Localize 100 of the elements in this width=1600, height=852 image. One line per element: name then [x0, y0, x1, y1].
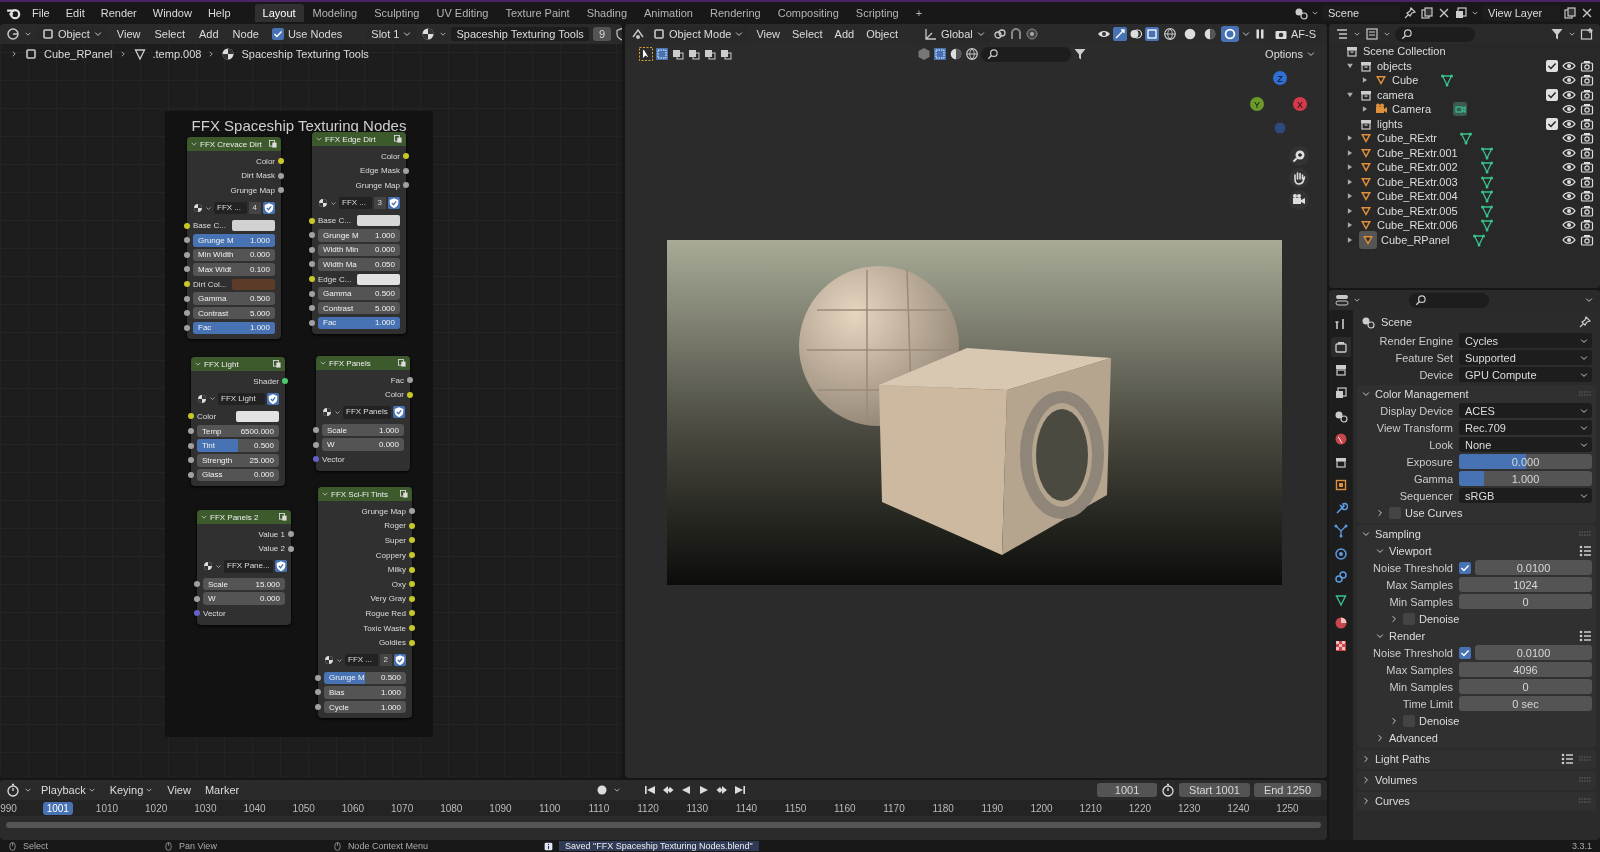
node-card[interactable]: FFX Light Shader FFX Light Color Temp 6500.000 Tint 0.500 Strength 25.000 Glass 0.000	[191, 357, 285, 487]
checkbox[interactable]	[1459, 646, 1471, 659]
outliner-item-name[interactable]: Cube_RExtr.002	[1377, 161, 1458, 174]
slider-field[interactable]: 1.000	[1459, 471, 1592, 486]
outliner-item-name[interactable]: Cube_RExtr.005	[1377, 204, 1458, 217]
node-header[interactable]: FFX Light	[191, 357, 285, 371]
number-field[interactable]: Bias 1.000	[324, 686, 406, 699]
panel-title[interactable]: Sampling	[1375, 527, 1574, 540]
panel-title[interactable]: Render	[1389, 629, 1574, 642]
output-socket[interactable]	[278, 187, 284, 194]
display-mode-icon[interactable]	[1365, 27, 1379, 41]
input-socket[interactable]	[194, 610, 200, 617]
navigation-gizmo[interactable]: Z Y X	[1245, 68, 1315, 138]
search-field[interactable]	[1395, 26, 1475, 42]
number-field[interactable]: Scale 15.000	[203, 577, 285, 591]
material-name-field[interactable]: Spaceship Texturing Tools	[451, 27, 589, 41]
number-field[interactable]: Width Min 0.000	[318, 243, 400, 257]
number-field[interactable]: Grunge M 1.000	[318, 229, 400, 242]
node-card[interactable]: FFX Edge Dirt Color Edge Mask Grunge Map FFX ... 3 Base C... Grunge M 1.000 Width Min 0.000 Width Ma 0.050 Edge C... Gamma 0.500 Contrast 5.000 Fac 1.000	[312, 132, 406, 335]
node-group-field[interactable]: FFX Pane...	[224, 560, 273, 573]
property-dropdown[interactable]: None	[1459, 437, 1592, 452]
camera-icon[interactable]	[1580, 131, 1594, 146]
menu-item[interactable]: Keying	[104, 783, 159, 797]
breadcrumb-object[interactable]: Cube_RPanel	[44, 48, 113, 60]
outliner-item-name[interactable]: objects	[1377, 59, 1412, 72]
filter-icon[interactable]	[1073, 47, 1087, 61]
menu-item[interactable]: View	[111, 27, 146, 41]
editor-type-icon[interactable]	[6, 27, 20, 41]
jump-to-end-icon[interactable]	[732, 783, 747, 797]
slider-field[interactable]: Fac 1.000	[193, 321, 275, 335]
outliner-item-name[interactable]: Cube_RExtr.006	[1377, 219, 1458, 232]
select-mode-icon[interactable]	[719, 47, 733, 61]
outliner-item-name[interactable]: Cube_RPanel	[1381, 233, 1450, 246]
input-socket[interactable]	[309, 290, 315, 297]
node-header[interactable]: FFX Panels	[316, 356, 410, 370]
pivot-icon[interactable]	[992, 27, 1007, 41]
input-socket[interactable]	[309, 319, 315, 326]
xray-icon[interactable]	[1144, 27, 1159, 41]
material-sphere-icon[interactable]	[193, 203, 203, 214]
input-socket[interactable]	[184, 222, 190, 229]
presets-icon[interactable]	[1578, 543, 1592, 558]
menu-item[interactable]: Select	[149, 27, 191, 41]
user-count[interactable]: 2	[379, 654, 392, 667]
input-socket[interactable]	[315, 689, 321, 696]
node-card[interactable]: FFX Panels Fac Color FFX Panels Scale 1.000 W 0.000 Vector	[316, 356, 410, 471]
slider-field[interactable]: Tint 0.500	[197, 439, 279, 452]
number-field[interactable]: 1024	[1459, 577, 1592, 592]
menu-item[interactable]: Object	[861, 27, 903, 41]
panel-title[interactable]: Viewport	[1389, 544, 1574, 557]
workspace-tab[interactable]: Rendering	[701, 4, 769, 22]
playhead-frame[interactable]: 1001	[42, 801, 73, 815]
object-type-icon[interactable]	[949, 47, 963, 61]
color-swatch[interactable]	[357, 215, 400, 227]
property-dropdown[interactable]: ACES	[1459, 403, 1592, 418]
panel-title[interactable]: Denoise	[1419, 714, 1592, 727]
pin-icon[interactable]	[1578, 315, 1592, 329]
search-field[interactable]	[981, 46, 1071, 62]
gizmo-toggle-icon[interactable]	[1112, 27, 1127, 41]
number-field[interactable]: Contrast 5.000	[318, 302, 400, 315]
proportional-editing-icon[interactable]	[1024, 27, 1039, 41]
workspace-tab[interactable]: UV Editing	[428, 4, 497, 22]
input-socket[interactable]	[184, 266, 190, 273]
output-socket[interactable]	[409, 552, 415, 559]
options-dropdown[interactable]: Options	[1260, 47, 1321, 61]
workspace-tab[interactable]: Compositing	[769, 4, 847, 22]
add-workspace-button[interactable]: +	[907, 4, 931, 22]
input-socket[interactable]	[194, 595, 200, 602]
workspace-tab[interactable]: Layout	[254, 4, 304, 22]
select-mode-icon[interactable]	[687, 47, 701, 61]
pin-icon[interactable]	[1403, 6, 1417, 20]
input-socket[interactable]	[315, 704, 321, 710]
input-socket[interactable]	[184, 237, 190, 244]
shading-button[interactable]	[1220, 26, 1239, 42]
overlays-icon[interactable]	[1128, 27, 1143, 41]
checkbox[interactable]	[1459, 561, 1471, 574]
number-field[interactable]: Scale 1.000	[322, 423, 404, 437]
outliner-item-name[interactable]: Scene Collection	[1363, 45, 1446, 58]
user-count[interactable]: 3	[373, 196, 386, 210]
view-layer-field[interactable]: View Layer	[1482, 5, 1560, 21]
outliner-item-name[interactable]: Cube	[1392, 74, 1419, 87]
workspace-tab[interactable]: Animation	[636, 4, 701, 22]
chevron-down-icon[interactable]	[1584, 295, 1594, 305]
number-field[interactable]: 0	[1459, 679, 1592, 694]
node-card[interactable]: FFX Panels 2 Value 1 Value 2 FFX Pane... Scale 15.000 W 0.000 Vector	[197, 510, 291, 625]
outliner-item-name[interactable]: Cube_RExtr.001	[1377, 146, 1458, 159]
input-socket[interactable]	[313, 456, 319, 463]
stopwatch-icon[interactable]	[1161, 783, 1176, 797]
close-icon[interactable]	[1580, 6, 1594, 20]
node-group-field[interactable]: FFX Panels	[343, 406, 391, 419]
output-socket[interactable]	[409, 537, 415, 544]
scrollbar[interactable]	[6, 822, 1321, 828]
camera-icon[interactable]	[1580, 232, 1594, 247]
input-socket[interactable]	[188, 428, 194, 435]
end-frame-field[interactable]: End 1250	[1253, 783, 1321, 797]
input-socket[interactable]	[184, 251, 190, 258]
jump-to-start-icon[interactable]	[642, 783, 657, 797]
slider-field[interactable]: Fac 1.000	[318, 316, 400, 330]
number-field[interactable]: 4096	[1459, 662, 1592, 677]
zoom-button[interactable]	[1289, 146, 1309, 166]
filter-icon[interactable]	[1550, 27, 1564, 41]
